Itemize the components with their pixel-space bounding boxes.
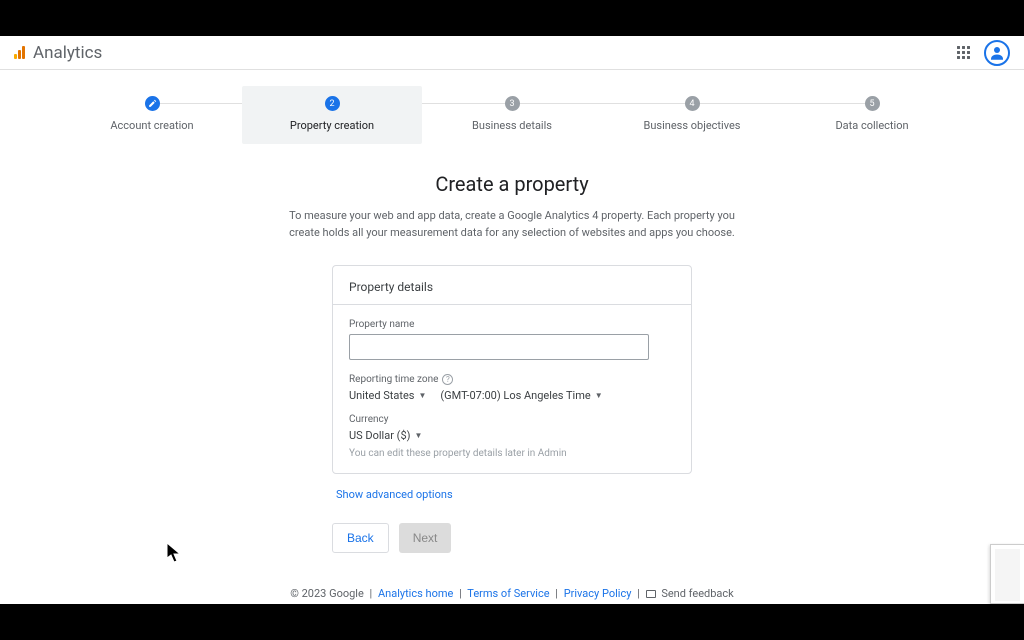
send-feedback-link[interactable]: Send feedback xyxy=(661,587,733,600)
show-advanced-link[interactable]: Show advanced options xyxy=(332,488,692,501)
chevron-down-icon: ▼ xyxy=(414,431,422,440)
page-subtitle: To measure your web and app data, create… xyxy=(277,208,747,241)
timezone-label: Reporting time zone ? xyxy=(349,374,675,385)
app-header: Analytics xyxy=(0,36,1024,70)
currency-dropdown[interactable]: US Dollar ($)▼ xyxy=(349,429,675,442)
step-label: Account creation xyxy=(110,119,193,132)
terms-link[interactable]: Terms of Service xyxy=(467,587,549,600)
avatar[interactable] xyxy=(984,40,1010,66)
property-details-card: Property details Property name Reporting… xyxy=(332,265,692,474)
property-name-input[interactable] xyxy=(349,334,649,360)
step-label: Property creation xyxy=(290,119,374,132)
step-account-creation[interactable]: Account creation xyxy=(62,96,242,132)
step-property-creation[interactable]: 2 Property creation xyxy=(242,86,422,144)
card-header: Property details xyxy=(333,266,691,305)
chevron-down-icon: ▼ xyxy=(595,391,603,400)
step-data-collection[interactable]: 5 Data collection xyxy=(782,96,962,132)
apps-icon[interactable] xyxy=(957,46,970,59)
page-title: Create a property xyxy=(0,172,1024,196)
timezone-dropdown[interactable]: (GMT-07:00) Los Angeles Time▼ xyxy=(440,389,602,402)
analytics-home-link[interactable]: Analytics home xyxy=(378,587,453,600)
currency-label: Currency xyxy=(349,414,675,425)
privacy-link[interactable]: Privacy Policy xyxy=(564,587,632,600)
analytics-logo-icon xyxy=(14,46,25,59)
step-business-details[interactable]: 3 Business details xyxy=(422,96,602,132)
step-label: Data collection xyxy=(835,119,908,132)
property-name-label: Property name xyxy=(349,319,675,330)
video-thumbnail[interactable] xyxy=(990,544,1024,604)
help-icon[interactable]: ? xyxy=(442,374,453,385)
pencil-icon xyxy=(148,99,157,108)
brand-name: Analytics xyxy=(33,43,102,63)
copyright: © 2023 Google xyxy=(290,587,364,600)
stepper: Account creation 2 Property creation 3 B… xyxy=(0,70,1024,144)
chevron-down-icon: ▼ xyxy=(418,391,426,400)
back-button[interactable]: Back xyxy=(332,523,389,553)
country-dropdown[interactable]: United States▼ xyxy=(349,389,426,402)
step-label: Business objectives xyxy=(644,119,741,132)
next-button[interactable]: Next xyxy=(399,523,452,553)
feedback-icon xyxy=(646,590,656,598)
footer: © 2023 Google | Analytics home | Terms o… xyxy=(0,587,1024,600)
hint-text: You can edit these property details late… xyxy=(349,448,675,459)
step-business-objectives[interactable]: 4 Business objectives xyxy=(602,96,782,132)
step-label: Business details xyxy=(472,119,552,132)
